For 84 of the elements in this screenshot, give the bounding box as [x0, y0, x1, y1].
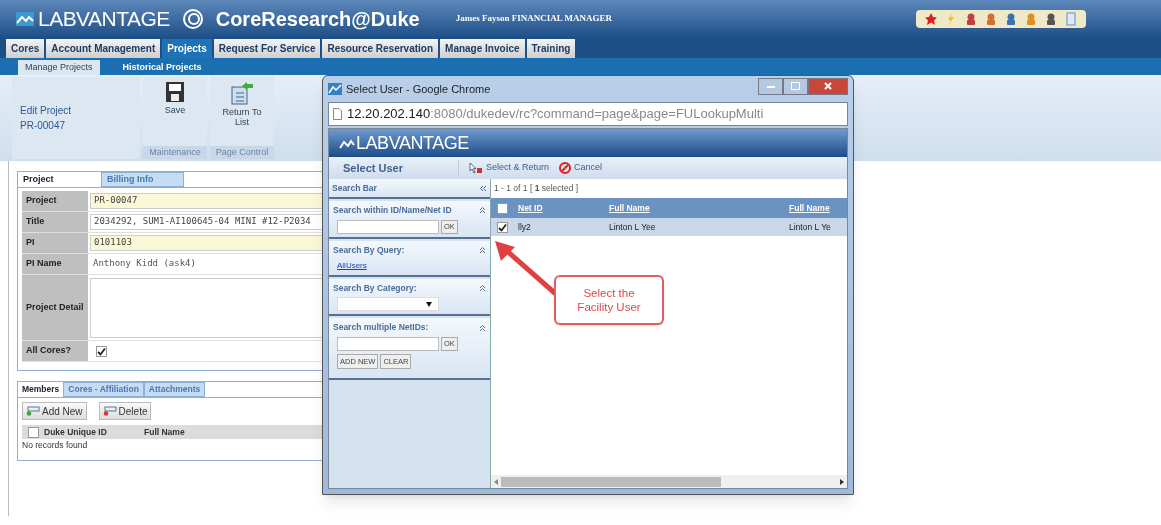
collapse-icon[interactable]: [479, 246, 486, 255]
field-label: Title: [25, 215, 46, 229]
address-bar[interactable]: 12.20.202.140:8080/dukedev/rc?command=page&page=FULookupMulti: [328, 102, 848, 126]
field-label: PI: [25, 236, 36, 250]
delete-button[interactable]: Delete: [98, 402, 152, 420]
user-label: James Fayson FINANCIAL MANAGER: [455, 12, 612, 26]
checkbox[interactable]: [497, 221, 508, 233]
text-field[interactable]: 2034292, SUM1-AI100645-04 MINI #12-P2034: [90, 214, 324, 230]
column-header: Duke Unique ID: [44, 425, 108, 439]
brand-title: LABVANTAGE: [356, 131, 469, 155]
page-icon: [333, 108, 342, 120]
search-field[interactable]: [337, 337, 439, 351]
checkbox[interactable]: [96, 345, 107, 357]
add-new-button[interactable]: Add New: [22, 402, 87, 420]
close-button[interactable]: [808, 77, 848, 95]
panel-title: Search Bar: [332, 181, 377, 195]
callout: Select the Facility User: [554, 275, 664, 325]
search-field[interactable]: [337, 219, 439, 234]
query-link[interactable]: AllUsers: [333, 259, 486, 272]
page-title: Select User: [329, 159, 459, 177]
minimize-button[interactable]: [758, 77, 783, 95]
table-cell-text: Linton L Yee: [609, 220, 657, 234]
nav-tab[interactable]: Projects: [162, 39, 212, 58]
close-icon: [824, 82, 832, 90]
maximize-button[interactable]: [783, 77, 808, 95]
group-label: Page Control: [210, 145, 274, 159]
collapse-icon[interactable]: [479, 184, 487, 192]
group-label: Maintenance: [143, 145, 207, 159]
table-cell-text: lly2: [517, 220, 532, 234]
record-title: Edit Project: [20, 104, 73, 118]
cancel-icon: [559, 162, 572, 174]
text-field[interactable]: 0101103: [90, 235, 324, 251]
scrollbar-thumb[interactable]: [501, 476, 721, 487]
logo-icon: [16, 12, 34, 26]
grid-row[interactable]: lly2 Linton L Yee Linton L Ye: [491, 218, 847, 236]
table-cell: Linton L Ye: [789, 220, 831, 234]
column-header: Full Name: [144, 425, 185, 439]
collapse-icon[interactable]: [479, 206, 486, 215]
collapse-icon[interactable]: [479, 323, 486, 332]
section-title: Search By Query:: [333, 243, 405, 257]
swirl-logo-icon: [181, 8, 204, 30]
field-label: All Cores?: [25, 344, 72, 358]
empty-message: No records found: [21, 439, 89, 452]
nav-tab[interactable]: Resource Reservation: [322, 39, 439, 58]
section-title: Search within ID/Name/Net ID: [333, 204, 452, 217]
sub-tab[interactable]: Historical Projects: [115, 60, 209, 75]
product-title: CoreResearch@Duke: [215, 7, 420, 32]
return-list-icon: [230, 81, 254, 105]
text-field[interactable]: PR-00047: [90, 193, 324, 209]
return-button[interactable]: Return To List: [220, 81, 264, 146]
nav-tab[interactable]: Request For Service: [213, 39, 321, 58]
cursor-icon: [469, 162, 483, 174]
result-summary: 1 - 1 of 1 [ 1 selected ]: [494, 182, 579, 195]
app-icon: [328, 83, 342, 95]
field-value: Anthony Kidd (ask4): [92, 257, 196, 271]
dropdown-arrow-icon: [426, 301, 432, 307]
minimize-icon: [766, 84, 775, 88]
add-row-icon: [26, 406, 40, 416]
field-label: Project: [25, 194, 58, 208]
nav-tab[interactable]: Training: [526, 39, 576, 58]
nav-tab[interactable]: Account Management: [46, 39, 161, 58]
sub-tab[interactable]: Manage Projects: [18, 60, 100, 75]
window-title: Select User - Google Chrome: [346, 81, 491, 97]
field-label: Project Detail: [25, 300, 85, 314]
scroll-left-icon[interactable]: [494, 478, 498, 485]
save-button[interactable]: Save: [153, 81, 197, 146]
scroll-right-icon[interactable]: [840, 478, 844, 485]
cancel-button[interactable]: Cancel: [559, 161, 603, 175]
section-title: Search multiple NetIDs:: [333, 321, 429, 334]
maximize-icon: [791, 82, 800, 90]
star-icon[interactable]: [924, 12, 938, 26]
url-text: 12.20.202.140:8080/dukedev/rc?command=page&page=FULookupMulti: [347, 105, 764, 124]
collapse-icon[interactable]: [479, 283, 486, 292]
checkbox[interactable]: [28, 426, 39, 438]
record-id: PR-00047: [20, 119, 67, 133]
nav-tab[interactable]: Cores: [6, 39, 45, 58]
checkbox[interactable]: [497, 202, 508, 214]
delete-row-icon: [102, 406, 117, 416]
brand-title: LABVANTAGE: [38, 6, 170, 33]
person-icon[interactable]: [1004, 12, 1018, 26]
section-title: Search By Category:: [333, 281, 417, 295]
select-return-button[interactable]: Select & Return: [469, 161, 550, 175]
field-label: PI Name: [25, 257, 63, 271]
nav-tab[interactable]: Manage Invoice: [440, 39, 525, 58]
